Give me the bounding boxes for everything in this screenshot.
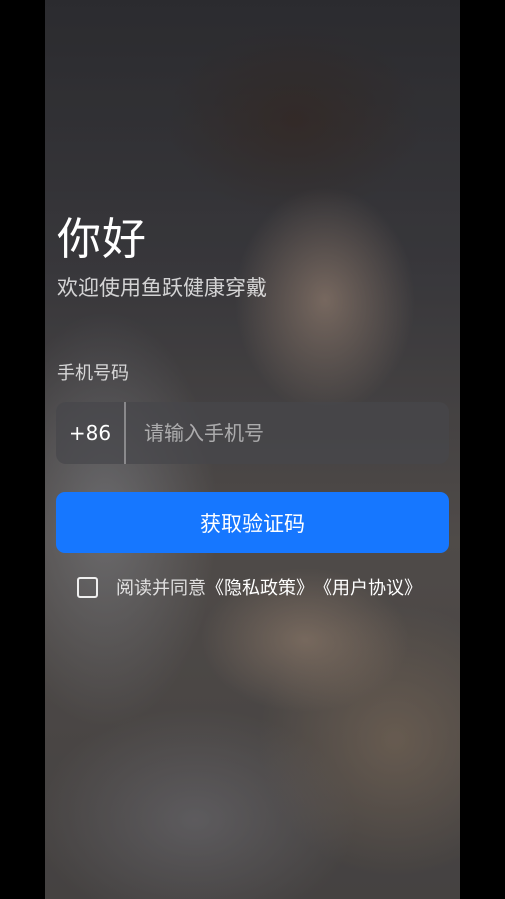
- phone-field: +86: [56, 401, 449, 465]
- phone-label: 手机号码: [57, 363, 129, 384]
- user-agreement-link[interactable]: 《用户协议》: [314, 574, 422, 600]
- welcome-subtitle: 欢迎使用鱼跃健康穿戴: [57, 276, 267, 300]
- get-code-button[interactable]: 获取验证码: [56, 492, 449, 553]
- agree-checkbox[interactable]: [77, 576, 98, 598]
- login-screen: 你好 欢迎使用鱼跃健康穿戴 手机号码 +86 获取验证码 阅读并同意 《隐私政策…: [45, 0, 460, 899]
- country-code-selector[interactable]: +86: [56, 421, 124, 445]
- greeting-title: 你好: [57, 214, 147, 265]
- privacy-policy-link[interactable]: 《隐私政策》: [206, 574, 314, 600]
- agreement-prefix: 阅读并同意: [116, 578, 206, 599]
- agreement-row: 阅读并同意 《隐私政策》 《用户协议》: [77, 574, 422, 600]
- phone-input[interactable]: [126, 401, 449, 465]
